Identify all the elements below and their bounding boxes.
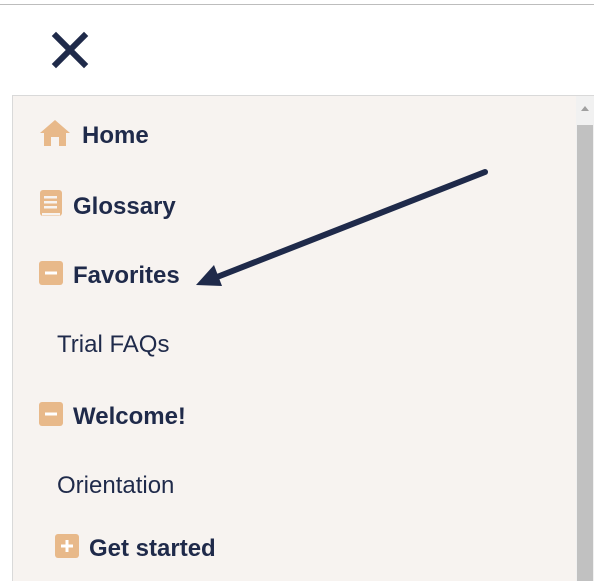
nav-item-label: Get started <box>89 534 216 562</box>
nav-item-label: Favorites <box>73 261 180 289</box>
nav-item-label: Welcome! <box>73 402 186 430</box>
nav-item-get-started[interactable]: Get started <box>55 534 216 563</box>
close-icon <box>51 31 89 69</box>
nav-item-trial-faqs[interactable]: Trial FAQs <box>57 331 169 359</box>
nav-item-home[interactable]: Home <box>38 118 149 153</box>
nav-item-label: Trial FAQs <box>57 331 170 358</box>
nav-item-favorites[interactable]: Favorites <box>39 261 180 290</box>
nav-item-welcome[interactable]: Welcome! <box>39 402 186 431</box>
nav-item-label: Orientation <box>57 472 175 499</box>
minus-box-icon[interactable] <box>39 261 63 290</box>
top-divider <box>0 4 594 5</box>
nav-item-glossary[interactable]: Glossary <box>39 189 176 224</box>
close-button[interactable] <box>50 30 90 70</box>
nav-item-label: Home <box>82 121 149 149</box>
book-icon <box>39 189 63 224</box>
nav-item-label: Glossary <box>73 192 176 220</box>
home-icon <box>38 118 72 153</box>
minus-box-icon[interactable] <box>39 402 63 431</box>
scroll-up-button[interactable] <box>576 96 594 120</box>
navigation-panel: Home Glossary Favorites Trial FAQs Welco… <box>12 95 594 581</box>
nav-item-orientation[interactable]: Orientation <box>57 472 174 500</box>
scrollbar-thumb[interactable] <box>577 125 593 581</box>
scrollbar[interactable] <box>576 96 594 581</box>
plus-box-icon[interactable] <box>55 534 79 563</box>
scroll-up-arrow-icon <box>581 106 589 111</box>
